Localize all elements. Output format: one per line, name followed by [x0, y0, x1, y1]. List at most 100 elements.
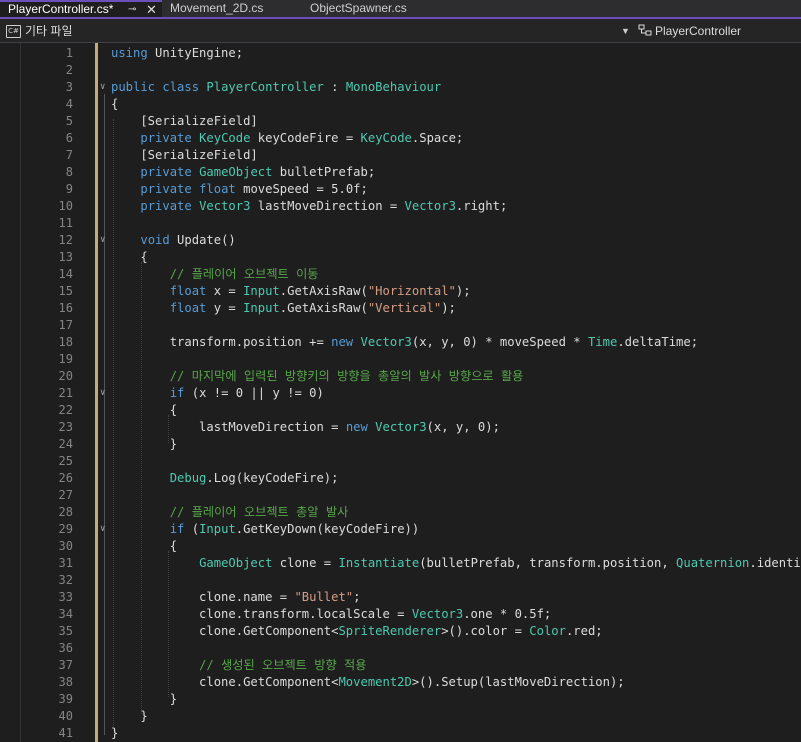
line-number: 24 [58, 437, 73, 451]
code-line[interactable]: 25 [0, 453, 801, 470]
code-text: clone.transform.localScale = Vector3.one… [111, 607, 552, 621]
code-line[interactable]: 9 private float moveSpeed = 5.0f; [0, 181, 801, 198]
code-line[interactable]: 26 Debug.Log(keyCodeFire); [0, 470, 801, 487]
line-number: 40 [58, 709, 73, 723]
code-line[interactable]: 38 clone.GetComponent<Movement2D>().Setu… [0, 674, 801, 691]
code-text: { [111, 250, 148, 264]
code-line[interactable]: 37 // 생성된 오브젝트 방향 적용 [0, 657, 801, 674]
code-line[interactable]: 31 GameObject clone = Instantiate(bullet… [0, 555, 801, 572]
code-line[interactable]: 15 float x = Input.GetAxisRaw("Horizonta… [0, 283, 801, 300]
code-line[interactable]: 22 { [0, 402, 801, 419]
code-line[interactable]: 19 [0, 351, 801, 368]
code-text: void Update() [140, 233, 236, 247]
line-number: 16 [58, 301, 73, 315]
code-text: float y = Input.GetAxisRaw("Vertical"); [169, 301, 456, 315]
pin-icon[interactable]: ⊸ [128, 2, 136, 17]
line-number: 33 [58, 590, 73, 604]
line-number: 22 [58, 403, 73, 417]
line-number: 14 [58, 267, 73, 281]
line-number: 3 [65, 80, 73, 94]
code-line[interactable]: 21 ∨ if (x != 0 || y != 0) [0, 385, 801, 402]
tab-label: ObjectSpawner.cs [310, 1, 407, 15]
tab-objectspawner[interactable]: ObjectSpawner.cs [302, 0, 442, 17]
code-text: // 플레이어 오브젝트 이동 [169, 267, 319, 281]
code-text: GameObject clone = Instantiate(bulletPre… [199, 556, 801, 570]
code-line[interactable]: 7 [SerializeField] [0, 147, 801, 164]
navigation-bar: C# 기타 파일 ▼ PlayerController [0, 19, 801, 43]
code-text: clone.GetComponent<SpriteRenderer>().col… [111, 624, 603, 638]
code-line[interactable]: 23 lastMoveDirection = new Vector3(x, y,… [0, 419, 801, 436]
code-line[interactable]: 16 float y = Input.GetAxisRaw("Vertical"… [0, 300, 801, 317]
class-icon [638, 24, 652, 36]
code-line[interactable]: 10 private Vector3 lastMoveDirection = V… [0, 198, 801, 215]
chevron-down-icon[interactable]: ▼ [621, 23, 630, 39]
code-text: { [111, 539, 178, 553]
code-line[interactable]: 13 { [0, 249, 801, 266]
code-line[interactable]: 41} [0, 725, 801, 742]
code-text: if (x != 0 || y != 0) [169, 386, 324, 400]
tab-playercontroller[interactable]: PlayerController.cs* ⊸ ✕ [0, 0, 162, 17]
code-line[interactable]: 6 private KeyCode keyCodeFire = KeyCode.… [0, 130, 801, 147]
line-number: 12 [58, 233, 73, 247]
line-number: 1 [65, 46, 73, 60]
line-number: 20 [58, 369, 73, 383]
member-label: PlayerController [655, 24, 742, 38]
code-line[interactable]: 4{ [0, 96, 801, 113]
code-text: clone.name = "Bullet"; [111, 590, 361, 604]
code-text: } [111, 726, 119, 740]
code-line[interactable]: 12 ∨ void Update() [0, 232, 801, 249]
code-line[interactable]: 18 transform.position += new Vector3(x, … [0, 334, 801, 351]
line-number: 27 [58, 488, 73, 502]
line-number: 18 [58, 335, 73, 349]
line-number: 32 [58, 573, 73, 587]
fold-chevron-icon[interactable]: ∨ [100, 385, 105, 402]
code-line[interactable]: 3 ∨ public class PlayerController : MonoBe… [0, 79, 801, 96]
code-text: [SerializeField] [111, 148, 258, 162]
code-text: } [111, 692, 178, 706]
line-number: 38 [58, 675, 73, 689]
code-line[interactable]: 5 [SerializeField] [0, 113, 801, 130]
code-line[interactable]: 39 } [0, 691, 801, 708]
line-number: 13 [58, 250, 73, 264]
code-text: if (Input.GetKeyDown(keyCodeFire)) [169, 522, 420, 536]
code-line[interactable]: 17 [0, 317, 801, 334]
code-line[interactable]: 24 } [0, 436, 801, 453]
code-line[interactable]: 11 [0, 215, 801, 232]
code-line[interactable]: 30 { [0, 538, 801, 555]
code-editor[interactable]: 1 using UnityEngine; 2 3 ∨ public class Playe… [0, 43, 801, 742]
line-number: 23 [58, 420, 73, 434]
code-line[interactable]: 1 using UnityEngine; [0, 45, 801, 62]
fold-chevron-icon[interactable]: ∨ [100, 521, 105, 538]
line-number: 37 [58, 658, 73, 672]
code-line[interactable]: 35 clone.GetComponent<SpriteRenderer>().… [0, 623, 801, 640]
code-line[interactable]: 29 ∨ if (Input.GetKeyDown(keyCodeFire)) [0, 521, 801, 538]
code-text: transform.position += new Vector3(x, y, … [111, 335, 699, 349]
code-line[interactable]: 27 [0, 487, 801, 504]
code-line[interactable]: 14 // 플레이어 오브젝트 이동 [0, 266, 801, 283]
code-line[interactable]: 40 } [0, 708, 801, 725]
code-text: using UnityEngine; [111, 46, 244, 60]
tab-label: PlayerController.cs* [8, 2, 114, 16]
code-line[interactable]: 33 clone.name = "Bullet"; [0, 589, 801, 606]
code-line[interactable]: 8 private GameObject bulletPrefab; [0, 164, 801, 181]
line-number: 2 [65, 63, 73, 77]
member-dropdown[interactable]: ▼ PlayerController [0, 23, 801, 39]
code-line[interactable]: 28 // 플레이어 오브젝트 총알 발사 [0, 504, 801, 521]
line-number: 34 [58, 607, 73, 621]
fold-chevron-icon[interactable]: ∨ [100, 79, 105, 96]
line-number: 26 [58, 471, 73, 485]
line-number: 36 [58, 641, 73, 655]
tab-movement-2d[interactable]: Movement_2D.cs [162, 0, 302, 17]
code-text: { [111, 403, 178, 417]
code-line[interactable]: 2 [0, 62, 801, 79]
code-line[interactable]: 32 [0, 572, 801, 589]
close-icon[interactable]: ✕ [146, 2, 157, 17]
line-number: 31 [58, 556, 73, 570]
code-line[interactable]: 36 [0, 640, 801, 657]
fold-chevron-icon[interactable]: ∨ [100, 232, 105, 249]
code-line[interactable]: 34 clone.transform.localScale = Vector3.… [0, 606, 801, 623]
code-line[interactable]: 20 // 마지막에 입력된 방향키의 방향을 총알의 발사 방향으로 활용 [0, 368, 801, 385]
line-number: 29 [58, 522, 73, 536]
line-number: 28 [58, 505, 73, 519]
code-text: Debug.Log(keyCodeFire); [169, 471, 339, 485]
